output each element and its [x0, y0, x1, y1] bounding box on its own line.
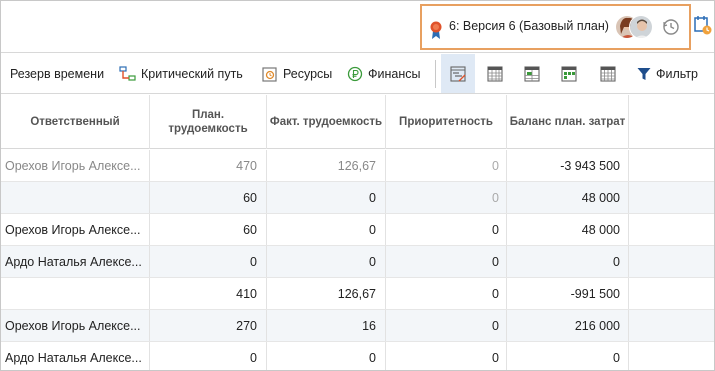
- history-icon[interactable]: [662, 18, 680, 36]
- cell-cost-balance: 48 000: [507, 214, 629, 245]
- critical-path-label: Критический путь: [141, 66, 243, 81]
- column-header-actual-effort[interactable]: Факт. трудоемкость: [267, 95, 386, 149]
- cell-planned-effort: 0: [150, 342, 267, 370]
- toolbar-divider: [435, 60, 436, 88]
- finance-label: Финансы: [368, 66, 421, 81]
- cell-responsible: Орехов Игорь Алексе...: [1, 214, 150, 245]
- cell-actual-effort: 0: [267, 342, 386, 370]
- cell-priority: 0: [386, 310, 507, 341]
- cell-responsible: [1, 182, 150, 213]
- view-table-green-button[interactable]: [515, 54, 549, 93]
- cell-priority: 0: [386, 182, 507, 213]
- ruble-coin-icon: [347, 66, 363, 81]
- cell-responsible: Ардо Наталья Алексе...: [1, 342, 150, 370]
- cell-cost-balance: -3 943 500: [507, 150, 629, 181]
- cell-planned-effort: 470: [150, 150, 267, 181]
- cell-priority: 0: [386, 246, 507, 277]
- cell-cost-balance: 216 000: [507, 310, 629, 341]
- cell-planned-effort: 270: [150, 310, 267, 341]
- cell-actual-effort: 126,67: [267, 150, 386, 181]
- table-view-icon: [524, 65, 540, 82]
- table-row[interactable]: Орехов Игорь Алексе... 470 126,67 0 -3 9…: [1, 150, 714, 182]
- column-header-cost-balance[interactable]: Баланс план. затрат: [507, 95, 629, 149]
- cell-actual-effort: 0: [267, 182, 386, 213]
- table-row[interactable]: 410 126,67 0 -991 500: [1, 278, 714, 310]
- view-grid-button[interactable]: [478, 54, 512, 93]
- cell-cost-balance: -991 500: [507, 278, 629, 309]
- filter-button[interactable]: Фильтр: [637, 54, 698, 93]
- cell-cost-balance: 48 000: [507, 182, 629, 213]
- view-kanban-button[interactable]: [552, 54, 586, 93]
- column-header-planned-effort[interactable]: План. трудоемкость: [150, 95, 267, 149]
- resources-label: Ресурсы: [283, 66, 333, 81]
- cell-responsible: Ардо Наталья Алексе...: [1, 246, 150, 277]
- cell-priority: 0: [386, 278, 507, 309]
- cell-actual-effort: 0: [267, 214, 386, 245]
- gantt-view-icon: [450, 65, 466, 82]
- top-bar: 6: Версия 6 (Базовый план): [1, 1, 714, 53]
- finance-button[interactable]: Финансы: [347, 54, 420, 93]
- cell-actual-effort: 126,67: [267, 278, 386, 309]
- calendar-view-icon: [600, 65, 616, 82]
- avatar: [629, 15, 653, 39]
- grid-view-icon: [487, 65, 503, 82]
- column-header-priority[interactable]: Приоритетность: [386, 95, 507, 149]
- cell-priority: 0: [386, 150, 507, 181]
- cell-actual-effort: 16: [267, 310, 386, 341]
- table-header: Ответственный План. трудоемкость Факт. т…: [1, 95, 714, 149]
- calendar-clock-icon[interactable]: [694, 15, 712, 35]
- table-row[interactable]: Орехов Игорь Алексе... 270 16 0 216 000: [1, 310, 714, 342]
- filter-label: Фильтр: [656, 66, 698, 81]
- time-reserve-label: Резерв времени: [10, 66, 105, 81]
- cell-actual-effort: 0: [267, 246, 386, 277]
- view-gantt-button[interactable]: [441, 54, 475, 93]
- cell-priority: 0: [386, 214, 507, 245]
- award-ribbon-icon: [430, 21, 442, 39]
- version-label: 6: Версия 6 (Базовый план): [449, 19, 609, 33]
- cell-planned-effort: 0: [150, 246, 267, 277]
- avatar-group[interactable]: [615, 15, 655, 41]
- cell-cost-balance: 0: [507, 342, 629, 370]
- toolbar: Резерв времени Критический путь Ресурсы: [1, 54, 714, 94]
- table-row[interactable]: Ардо Наталья Алексе... 0 0 0 0: [1, 246, 714, 278]
- cell-priority: 0: [386, 342, 507, 370]
- filter-icon: [637, 67, 651, 80]
- project-window: 6: Версия 6 (Базовый план) Резерв времен…: [0, 0, 715, 371]
- version-selector[interactable]: 6: Версия 6 (Базовый план): [420, 4, 691, 50]
- cell-cost-balance: 0: [507, 246, 629, 277]
- table-row[interactable]: Ардо Наталья Алексе... 0 0 0 0: [1, 342, 714, 370]
- cell-responsible: [1, 278, 150, 309]
- time-reserve-button[interactable]: Резерв времени: [10, 54, 104, 93]
- cell-planned-effort: 60: [150, 214, 267, 245]
- table-row[interactable]: 60 0 0 48 000: [1, 182, 714, 214]
- cell-responsible: Орехов Игорь Алексе...: [1, 310, 150, 341]
- resources-icon: [262, 66, 277, 82]
- cell-responsible: Орехов Игорь Алексе...: [1, 150, 150, 181]
- resources-button[interactable]: Ресурсы: [262, 54, 332, 93]
- cell-planned-effort: 60: [150, 182, 267, 213]
- column-header-responsible[interactable]: Ответственный: [1, 95, 150, 149]
- cell-planned-effort: 410: [150, 278, 267, 309]
- table-row[interactable]: Орехов Игорь Алексе... 60 0 0 48 000: [1, 214, 714, 246]
- critical-path-icon: [119, 66, 136, 81]
- kanban-view-icon: [561, 65, 577, 82]
- view-calendar-button[interactable]: [591, 54, 625, 93]
- critical-path-button[interactable]: Критический путь: [119, 54, 243, 93]
